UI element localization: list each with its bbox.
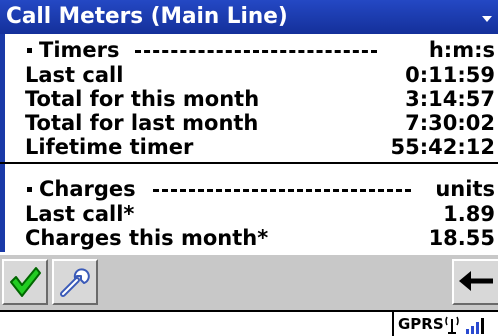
dashed-separator — [135, 50, 377, 53]
charge-row-this-month: Charges this month* 18.55 — [25, 226, 495, 250]
status-separator — [392, 312, 394, 336]
timer-label: Total for this month — [25, 87, 260, 111]
ok-button[interactable] — [2, 259, 48, 305]
back-arrow-icon — [459, 271, 493, 291]
timer-value: 3:14:57 — [405, 87, 495, 111]
timers-header-label: Timers — [39, 38, 120, 62]
bullet-icon — [27, 48, 32, 53]
charge-value: 18.55 — [428, 226, 495, 250]
charge-row-last-call: Last call* 1.89 — [25, 202, 495, 226]
timer-row-last-call: Last call 0:11:59 — [25, 63, 495, 87]
timer-label: Total for last month — [25, 111, 259, 135]
network-type-label: GPRS — [398, 315, 444, 333]
call-meters-panel: Timers h:m:s Last call 0:11:59 Total for… — [0, 34, 498, 252]
timer-label: Lifetime timer — [25, 135, 194, 159]
timers-unit-label: h:m:s — [428, 38, 495, 62]
timer-value: 7:30:02 — [405, 111, 495, 135]
charge-value: 1.89 — [443, 202, 495, 226]
checkmark-icon — [10, 267, 41, 297]
timer-value: 0:11:59 — [405, 63, 495, 87]
status-bar: GPRS — [0, 310, 498, 336]
timer-value: 55:42:12 — [390, 135, 495, 159]
charges-header-label: Charges — [39, 177, 136, 201]
charges-section-header: Charges units — [27, 177, 495, 201]
section-divider — [0, 162, 498, 164]
timer-label: Last call — [25, 63, 124, 87]
timer-row-lifetime: Lifetime timer 55:42:12 — [25, 135, 495, 159]
charge-label: Last call* — [25, 202, 135, 226]
dashed-separator — [153, 189, 411, 192]
bottom-toolbar — [0, 254, 498, 310]
signal-strength-icon[interactable] — [444, 313, 496, 335]
settings-button[interactable] — [52, 259, 98, 305]
wrench-icon — [60, 268, 90, 297]
title-bar[interactable]: Call Meters (Main Line) — [0, 0, 498, 34]
bullet-icon — [27, 187, 32, 192]
back-button[interactable] — [452, 259, 498, 305]
charges-unit-label: units — [435, 177, 495, 201]
window-title: Call Meters (Main Line) — [6, 4, 288, 29]
timers-section-header: Timers h:m:s — [27, 38, 495, 62]
title-dropdown-icon[interactable] — [482, 16, 492, 22]
timer-row-last-month: Total for last month 7:30:02 — [25, 111, 495, 135]
timer-row-this-month: Total for this month 3:14:57 — [25, 87, 495, 111]
charge-label: Charges this month* — [25, 226, 269, 250]
